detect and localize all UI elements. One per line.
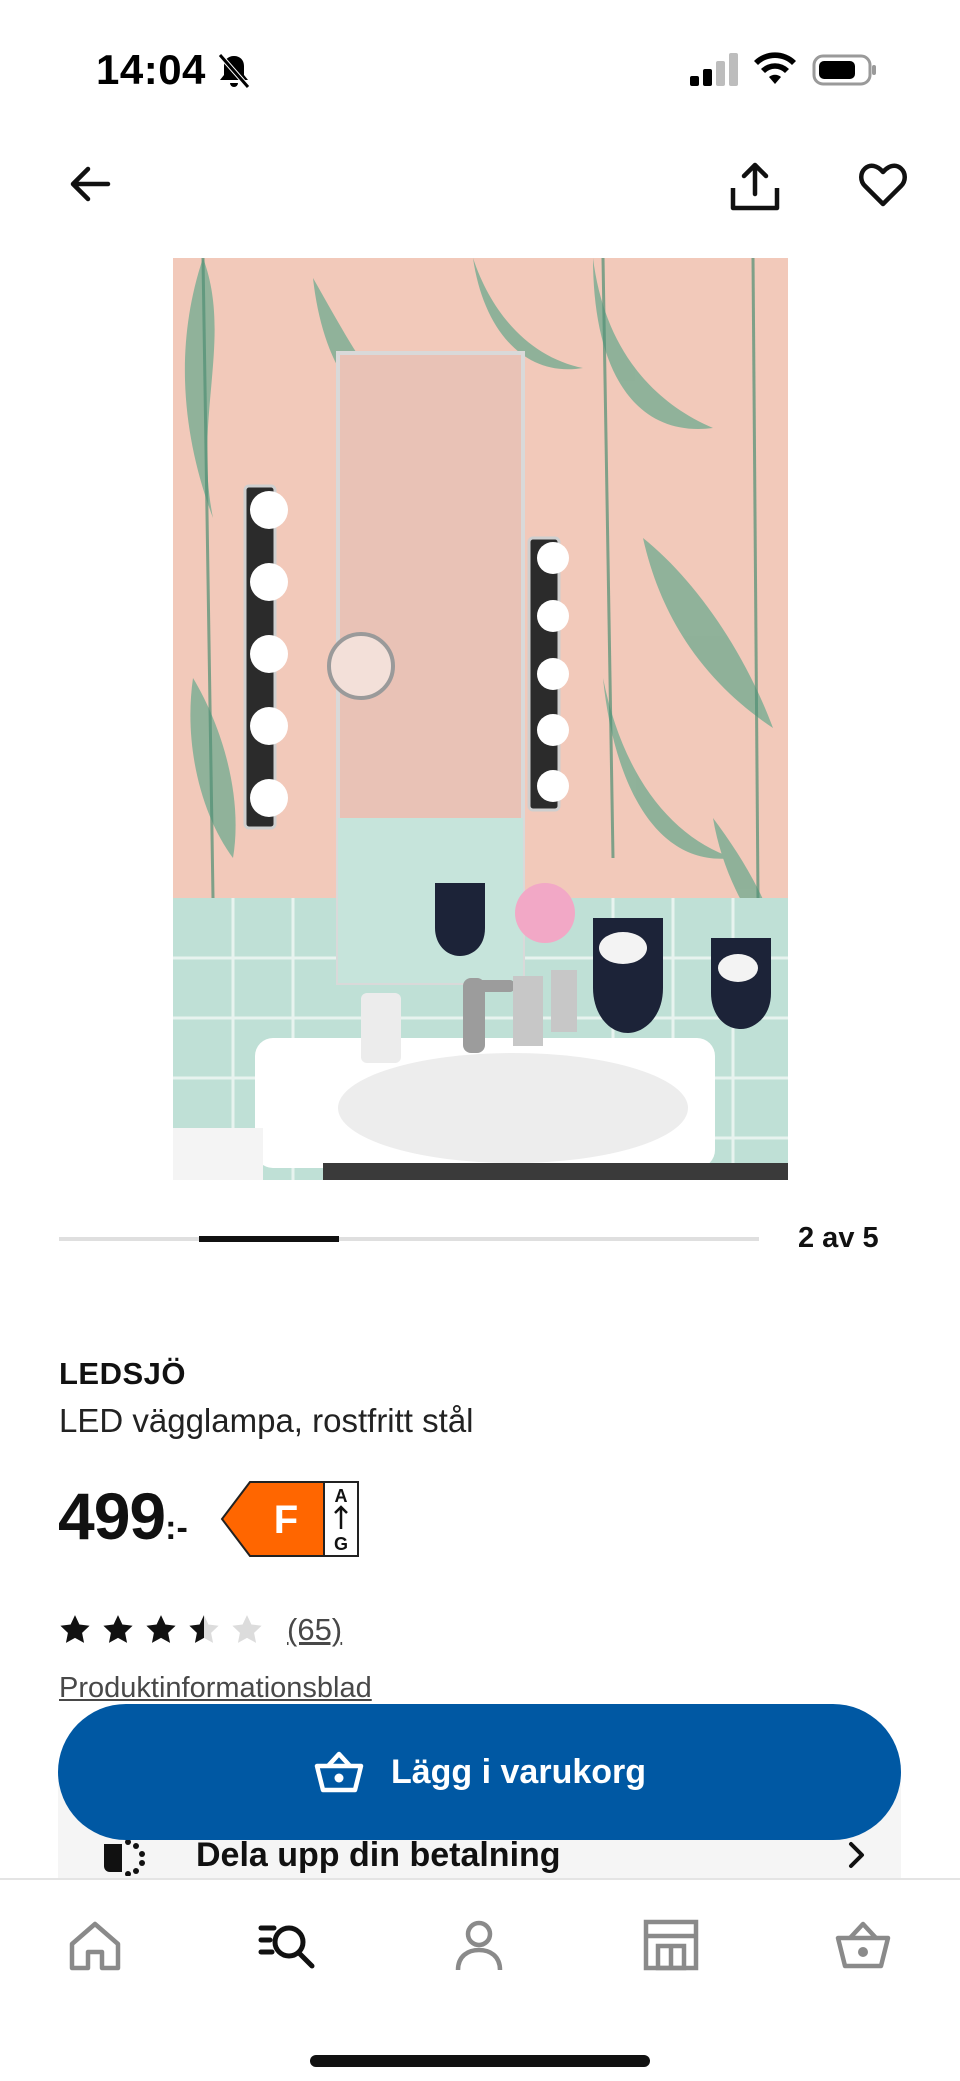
review-count-link[interactable]: (65) xyxy=(287,1612,342,1648)
share-button[interactable] xyxy=(728,160,782,214)
tab-store[interactable] xyxy=(642,1918,700,1972)
bathroom-lamp-photo xyxy=(173,258,788,1180)
status-time: 14:04 xyxy=(96,46,206,93)
cart-icon xyxy=(835,1921,891,1969)
favourite-button[interactable] xyxy=(858,162,908,208)
home-indicator[interactable] xyxy=(310,2055,650,2067)
store-icon xyxy=(643,1919,699,1971)
tab-cart[interactable] xyxy=(834,1918,892,1972)
product-image[interactable] xyxy=(173,258,788,1180)
bottom-tab-bar xyxy=(0,1878,960,2081)
back-button[interactable] xyxy=(64,158,116,210)
profile-icon xyxy=(455,1920,503,1971)
home-icon xyxy=(69,1921,121,1971)
energy-class: F xyxy=(274,1498,298,1542)
star-full-icon xyxy=(58,1613,92,1647)
energy-scale-bottom: G xyxy=(334,1534,348,1554)
star-half-icon xyxy=(187,1613,221,1647)
carousel-progress-thumb xyxy=(199,1236,339,1242)
rating[interactable]: (65) xyxy=(58,1610,342,1650)
cellular-signal-icon xyxy=(688,52,740,88)
heart-icon xyxy=(859,163,907,207)
energy-label[interactable]: F A G xyxy=(220,1480,360,1558)
arrow-left-icon xyxy=(70,166,111,202)
tab-home[interactable] xyxy=(66,1918,124,1972)
wifi-icon xyxy=(752,50,798,88)
tab-search[interactable] xyxy=(258,1918,316,1972)
share-icon xyxy=(730,162,780,211)
battery-icon xyxy=(812,52,878,88)
basket-icon xyxy=(313,1750,365,1794)
product-description: LED vägglampa, rostfritt stål xyxy=(59,1402,474,1439)
price-suffix: :- xyxy=(165,1509,188,1547)
carousel-count: 2 av 5 xyxy=(798,1222,879,1254)
star-full-icon xyxy=(144,1613,178,1647)
add-to-cart-button[interactable]: Lägg i varukorg xyxy=(58,1704,901,1840)
price-main: 499 xyxy=(58,1479,166,1553)
product-name: LEDSJÖ xyxy=(59,1356,187,1391)
product-info-sheet-link[interactable]: Produktinformationsblad xyxy=(59,1672,372,1705)
chevron-right-icon xyxy=(843,1840,869,1870)
add-to-cart-label: Lägg i varukorg xyxy=(390,1752,647,1791)
bell-muted-icon xyxy=(216,52,252,90)
search-icon xyxy=(258,1925,315,1969)
split-payment-label: Dela upp din betalning xyxy=(196,1836,561,1874)
split-payment-icon xyxy=(100,1834,148,1877)
carousel-progress xyxy=(59,1236,759,1242)
price: 499:- xyxy=(58,1478,188,1558)
star-empty-icon xyxy=(230,1613,264,1647)
tab-profile[interactable] xyxy=(450,1918,508,1972)
status-bar: 14:04 xyxy=(0,0,960,130)
star-full-icon xyxy=(101,1613,135,1647)
energy-scale-top: A xyxy=(335,1486,348,1506)
